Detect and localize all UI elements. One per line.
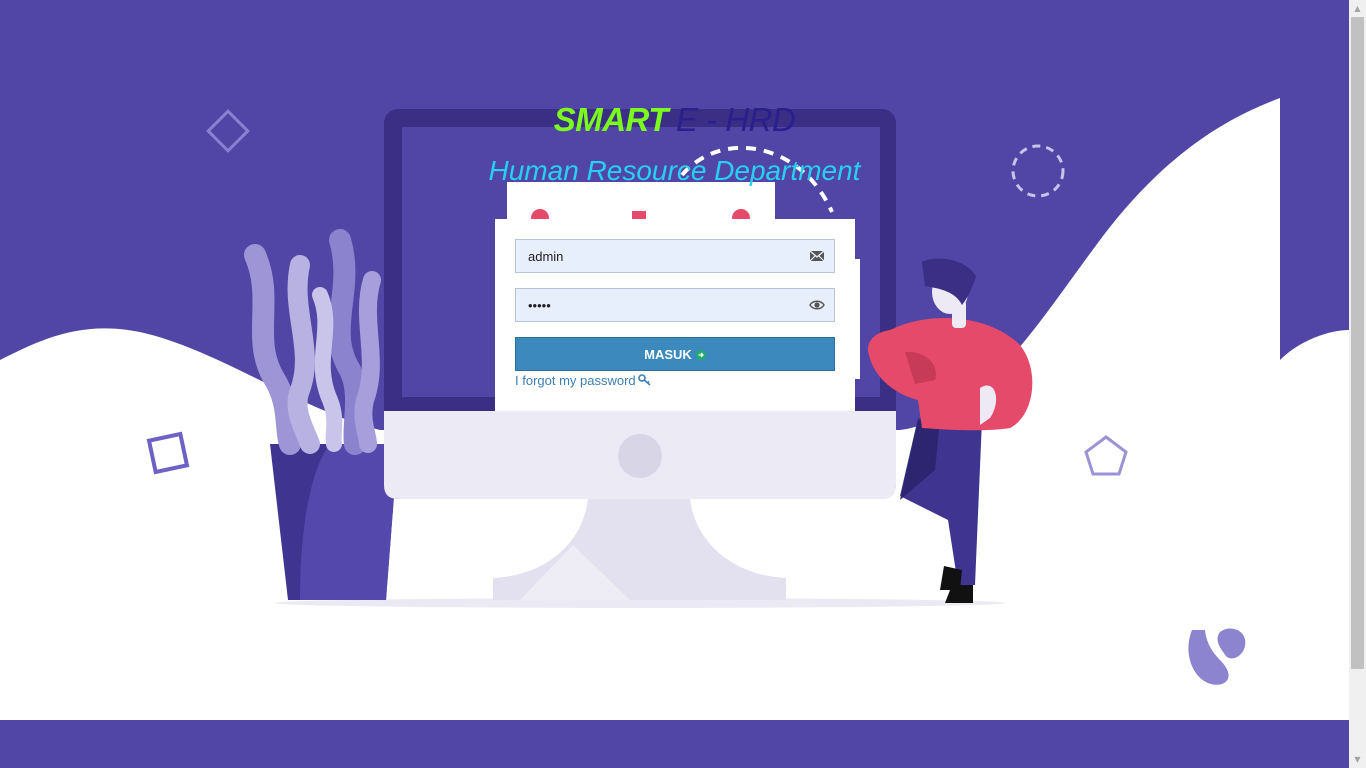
scroll-down-icon[interactable]: ▼: [1349, 751, 1366, 768]
app-title-light: E - HRD: [675, 101, 796, 138]
monitor-button: [618, 434, 662, 478]
login-page: SMARTE - HRD Human Resource Department M…: [0, 0, 1349, 768]
login-button-label: MASUK: [644, 347, 692, 362]
login-button[interactable]: MASUK: [515, 337, 835, 371]
username-field[interactable]: [515, 239, 835, 273]
forgot-password-link[interactable]: I forgot my password: [515, 373, 652, 389]
app-tagline: Human Resource Department: [488, 155, 861, 186]
password-input[interactable]: [516, 289, 808, 321]
scrollbar-thumb[interactable]: [1351, 17, 1364, 669]
arrow-right-icon: [695, 350, 706, 360]
page-scrollbar[interactable]: ▲ ▼: [1349, 0, 1366, 768]
eye-icon[interactable]: [809, 298, 825, 312]
envelope-icon: [809, 250, 825, 262]
scroll-up-icon[interactable]: ▲: [1349, 0, 1366, 17]
username-input[interactable]: [516, 240, 808, 272]
app-title-strong: SMART: [553, 101, 669, 138]
password-field[interactable]: [515, 288, 835, 322]
forgot-password-label: I forgot my password: [515, 373, 636, 388]
app-title: SMART E - HRD: [0, 100, 1349, 140]
login-form: MASUK I forgot my password: [495, 219, 855, 411]
key-icon: [637, 374, 651, 386]
